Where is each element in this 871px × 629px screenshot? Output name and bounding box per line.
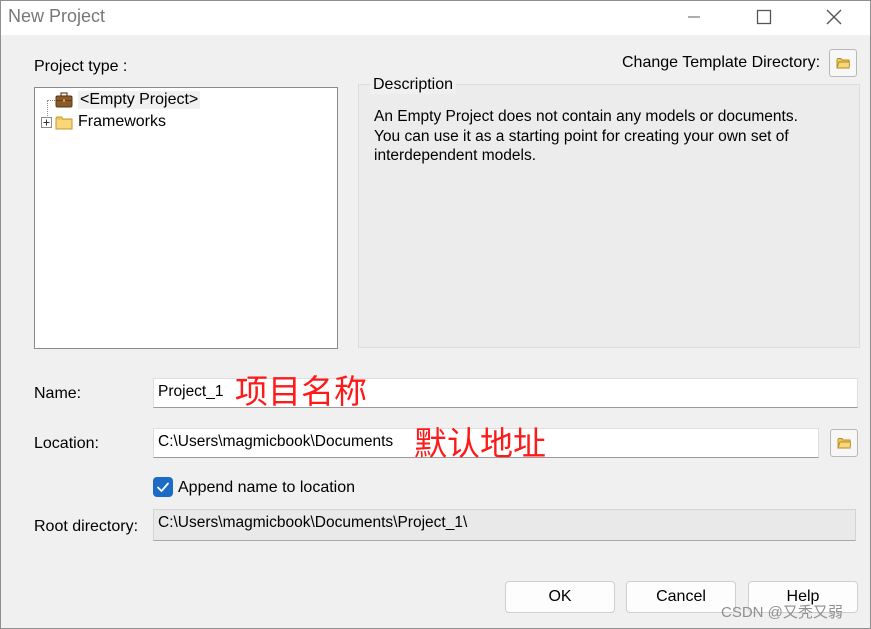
tree-item-empty-project[interactable]: <Empty Project>: [55, 91, 201, 109]
browse-location-button[interactable]: [830, 429, 858, 457]
root-directory-label: Root directory:: [34, 518, 139, 535]
maximize-icon: [756, 9, 772, 25]
watermark: CSDN @又秃又弱: [721, 604, 843, 621]
location-label: Location:: [34, 435, 99, 452]
folder-icon: [55, 116, 73, 129]
new-project-dialog: New Project Project type : <Empty Projec…: [0, 0, 871, 629]
root-directory-value: C:\Users\magmicbook\Documents\Project_1\: [158, 514, 468, 531]
folder-open-icon: [837, 438, 851, 449]
folder-open-icon: [836, 58, 850, 69]
title-bar: New Project: [1, 1, 870, 35]
plus-icon[interactable]: [41, 116, 52, 128]
project-type-tree[interactable]: <Empty Project> Frameworks: [34, 87, 338, 349]
minimize-icon: [688, 16, 700, 18]
change-template-label: Change Template Directory:: [622, 54, 821, 71]
append-name-checkbox[interactable]: [153, 477, 173, 497]
tree-connector: [47, 100, 55, 101]
name-field-value: Project_1: [158, 383, 224, 400]
tree-item-frameworks[interactable]: Frameworks: [41, 113, 166, 131]
tree-item-label: <Empty Project>: [78, 91, 201, 109]
root-directory-field: C:\Users\magmicbook\Documents\Project_1\: [153, 509, 856, 541]
name-annotation: 项目名称: [235, 372, 367, 411]
append-name-label[interactable]: Append name to location: [178, 479, 355, 497]
tree-item-label: Frameworks: [78, 113, 167, 130]
briefcase-icon: [55, 92, 73, 108]
close-button[interactable]: [811, 1, 857, 33]
description-text: An Empty Project does not contain any mo…: [374, 107, 834, 166]
ok-button-label: OK: [548, 588, 572, 605]
window-title: New Project: [8, 6, 106, 26]
location-field-value: C:\Users\magmicbook\Documents: [158, 433, 394, 450]
description-line: You can use it as a starting point for c…: [374, 127, 789, 145]
maximize-button[interactable]: [741, 1, 787, 33]
cancel-button[interactable]: Cancel: [626, 581, 736, 613]
ok-button[interactable]: OK: [505, 581, 615, 613]
project-type-label: Project type :: [34, 58, 128, 75]
description-line: An Empty Project does not contain any mo…: [374, 108, 798, 125]
description-legend: Description: [370, 76, 457, 94]
checkmark-icon: [157, 482, 169, 492]
close-icon: [826, 9, 842, 25]
minimize-button[interactable]: [671, 1, 717, 33]
name-label: Name:: [34, 385, 82, 402]
location-annotation: 默认地址: [414, 424, 546, 463]
cancel-button-label: Cancel: [656, 588, 706, 605]
description-line: interdependent models.: [374, 147, 537, 164]
change-template-button[interactable]: [829, 49, 857, 77]
